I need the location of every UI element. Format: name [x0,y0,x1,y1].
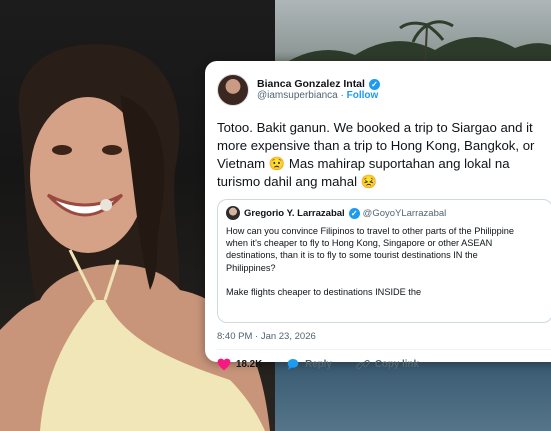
quote-text-line: destinations, than it is to fly to some … [226,250,478,261]
quoted-author-handle: @GoyoYLarrazabal [362,207,447,219]
heart-icon [217,358,231,371]
quote-text-line: How can you convince Filipinos to travel… [226,226,515,236]
tweet-header: Bianca Gonzalez Intal ✓ @iamsuperbianca … [217,71,551,109]
tweet-text-line: Totoo. Bakit ganun. We booked a trip to … [217,120,533,135]
quoted-tweet-header: Gregorio Y. Larrazabal ✓ @GoyoYLarrazaba… [226,206,544,220]
tweet-text-line: more expensive than a trip to Hong Kong,… [217,138,535,153]
quoted-author-name: Gregorio Y. Larrazabal [244,207,345,219]
quoted-tweet-text: How can you convince Filipinos to travel… [226,225,544,298]
quote-text-line: Make flights cheaper to destinations INS… [226,286,422,297]
reply-label: Reply [305,359,332,370]
copy-link-button[interactable]: Copy link [356,358,419,371]
link-icon [356,359,370,370]
tweet-text-line: Vietnam 😟 Mas mahirap suportahan ang lok… [217,156,510,171]
verified-badge-icon: ✓ [348,207,360,219]
author-avatar[interactable] [217,74,249,106]
tweet-text: Totoo. Bakit ganun. We booked a trip to … [217,119,551,191]
quote-text-line: when it's cheaper to fly to Hong Kong, S… [226,238,493,249]
quote-text-line: Philippines? [226,262,276,273]
reply-bubble-icon [287,358,299,370]
quoted-author-avatar [226,206,240,220]
reply-button[interactable]: Reply [286,358,332,371]
tweet-timestamp[interactable]: 8:40 PM · Jan 23, 2026 [217,331,551,342]
tweet-actions: 18.2K Reply Copy link [217,358,551,371]
quote-text-line [226,274,544,286]
copy-link-label: Copy link [374,359,419,370]
follow-link[interactable]: Follow [347,90,379,101]
author-handle[interactable]: @iamsuperbianca [257,90,338,101]
author-display-name[interactable]: Bianca Gonzalez Intal [257,78,365,91]
like-count: 18.2K [236,359,263,370]
handle-separator: · [340,90,344,102]
author-info: Bianca Gonzalez Intal ✓ @iamsuperbianca … [257,78,380,103]
verified-badge-icon: ✓ [368,78,380,90]
divider [217,349,551,350]
like-button[interactable]: 18.2K [217,358,262,371]
tweet-text-line: turismo dahil ang mahal 😣 [217,174,378,189]
tweet-embed-card[interactable]: Bianca Gonzalez Intal ✓ @iamsuperbianca … [205,61,551,371]
quoted-tweet-card[interactable]: Gregorio Y. Larrazabal ✓ @GoyoYLarrazaba… [217,199,551,323]
